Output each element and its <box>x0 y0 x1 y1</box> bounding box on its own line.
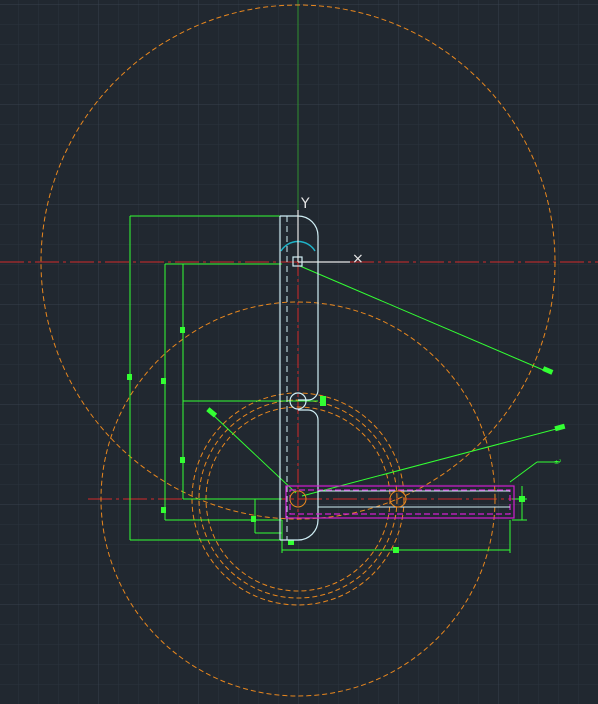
cad-drawing-viewport[interactable]: ±² Y × <box>0 0 598 704</box>
middle-pivot-mark <box>320 396 326 406</box>
cad-canvas[interactable]: ±² Y × <box>0 0 598 704</box>
ucs-x-label: × <box>352 251 364 267</box>
dimension-tick-right <box>519 496 525 502</box>
dimension-tick-bottom <box>393 547 399 553</box>
ucs-y-label: Y <box>300 196 310 212</box>
dimension-text-right: ±² <box>554 459 562 466</box>
